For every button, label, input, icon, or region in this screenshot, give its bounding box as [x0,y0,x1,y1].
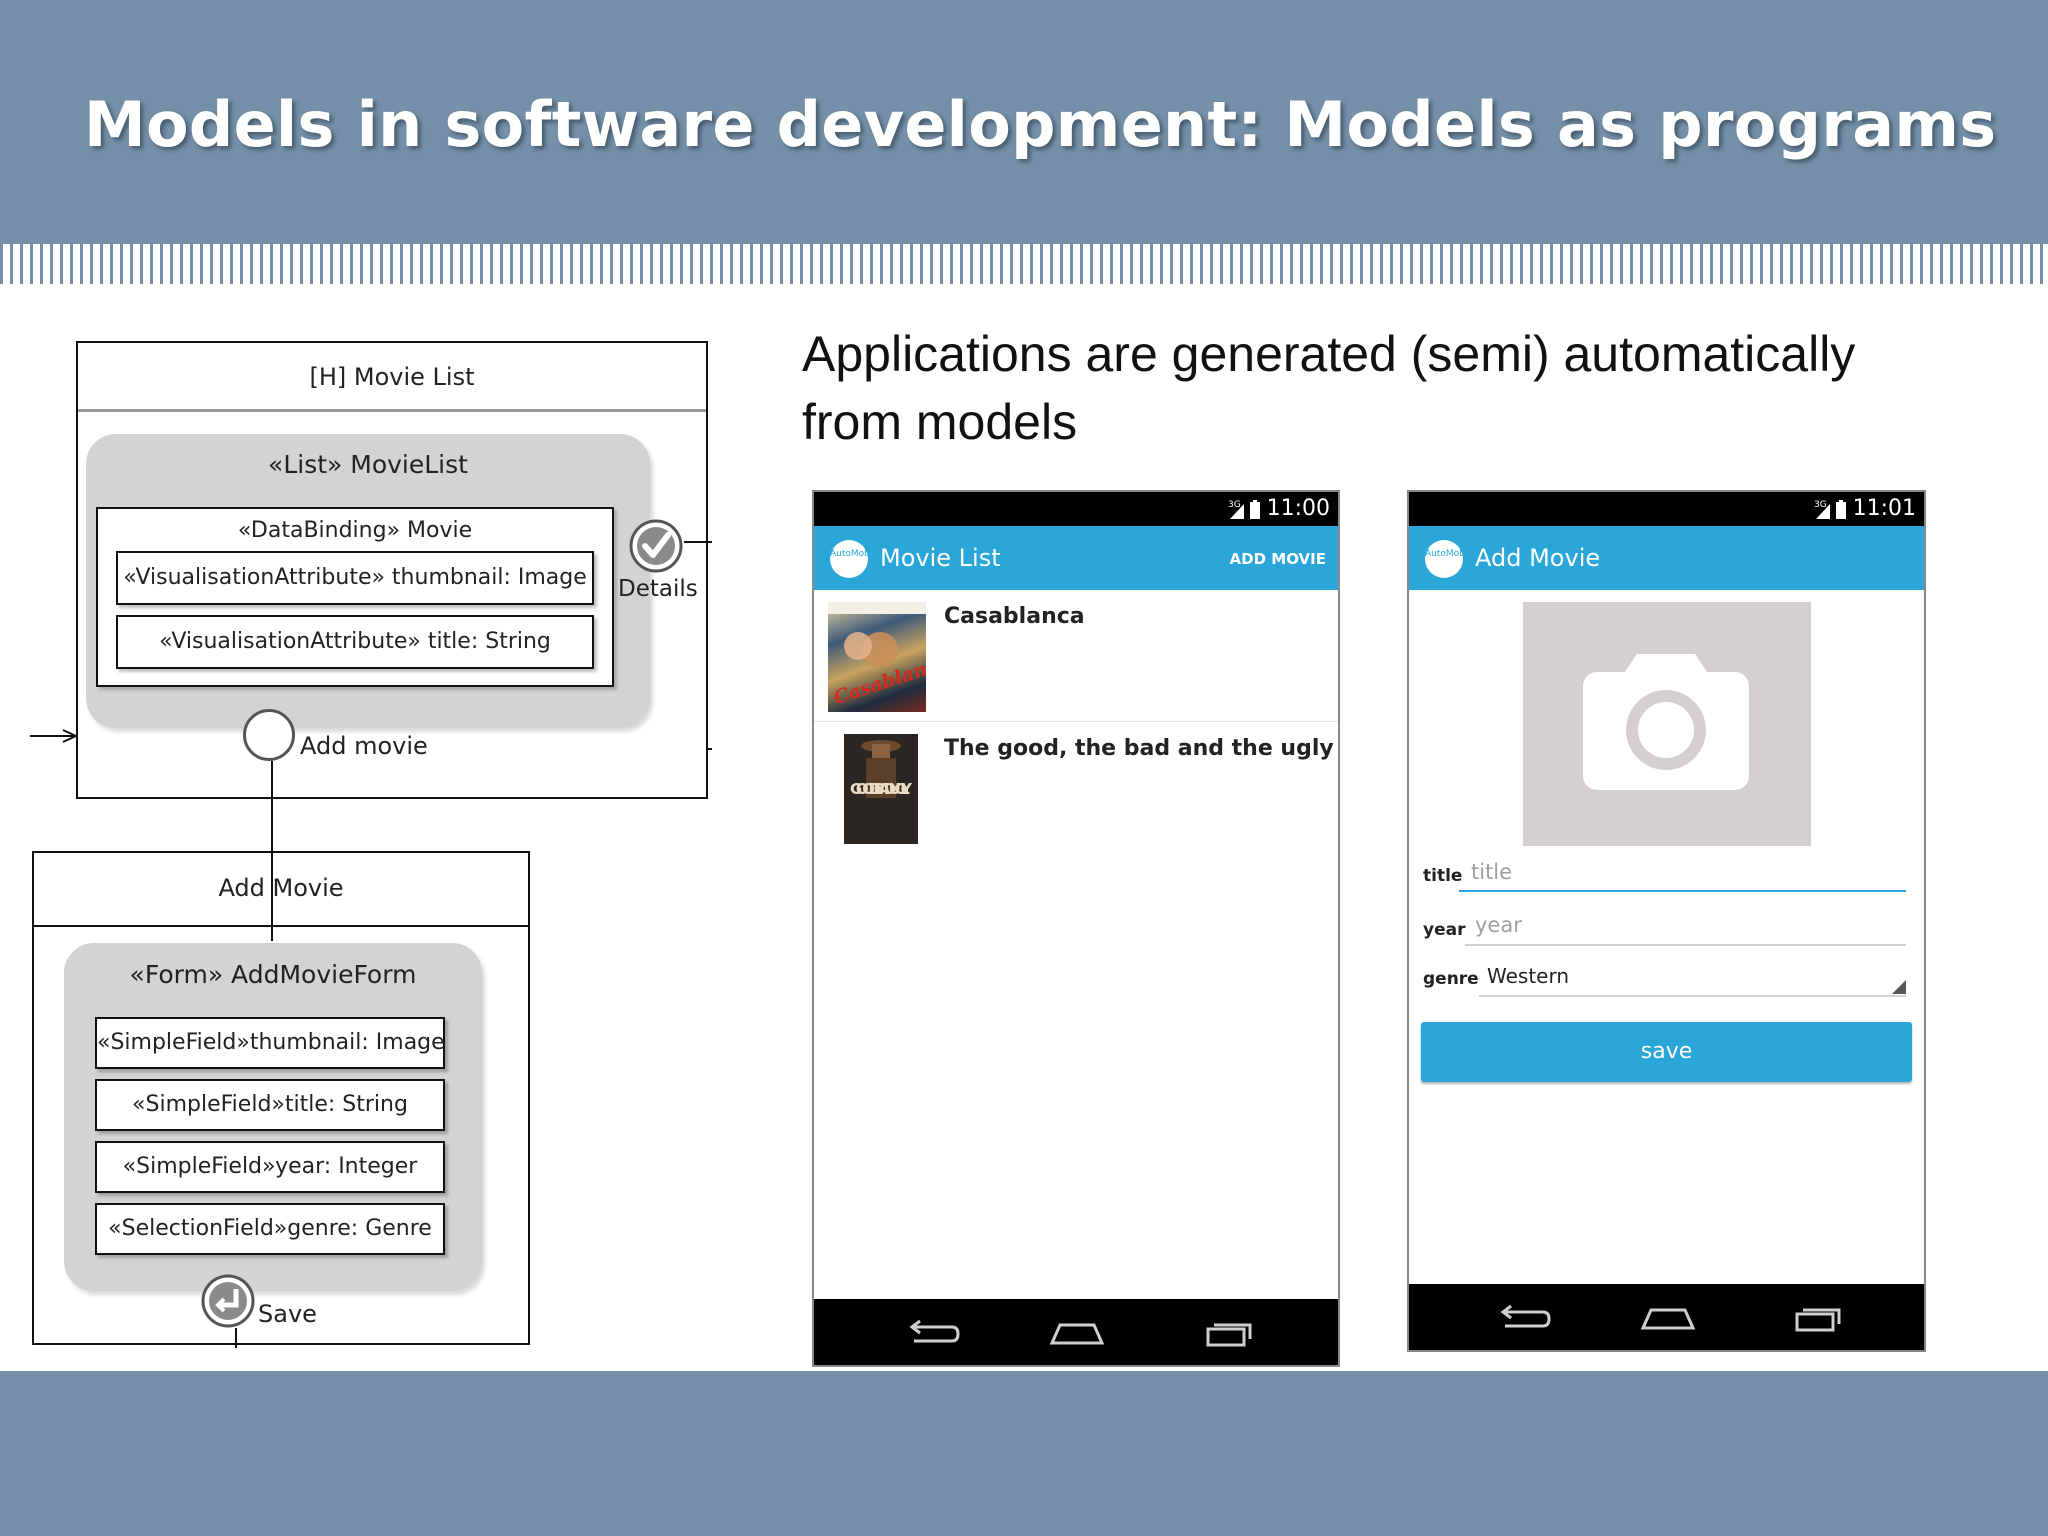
movie-list-item[interactable]: Casablanca Casablanca [814,590,1338,722]
svg-text:3G: 3G [1814,500,1827,510]
title-input[interactable]: title [1471,860,1512,884]
field-thumbnail: «SimpleField»thumbnail: Image [95,1017,445,1069]
save-button[interactable]: save [1421,1022,1912,1082]
frame-title: [H] Movie List [78,343,706,412]
title-field-label: title [1423,866,1463,886]
attr-thumbnail: «VisualisationAttribute» thumbnail: Imag… [116,551,594,605]
title-input-underline [1459,890,1906,892]
phone-movie-list: 3G 11:00 AutoMobile Movie List ADD MOVIE… [812,490,1340,1367]
app-title: Movie List [880,544,1001,572]
add-movie-label: Add movie [300,732,428,760]
recents-icon[interactable] [1194,1313,1264,1353]
genre-field-label: genre [1423,969,1479,989]
slide-heading: Applications are generated (semi) automa… [802,320,1855,456]
camera-icon [1583,654,1749,790]
transition-line-top [271,851,273,941]
databinding-label: «DataBinding» Movie [237,518,473,543]
year-input[interactable]: year [1475,913,1522,937]
app-logo: AutoMobile [1425,540,1475,578]
genre-select[interactable]: Western [1487,964,1569,988]
casablanca-poster: Casablanca [828,602,926,712]
signal-battery-icon: 3G [1814,500,1846,519]
title-band: Models in software development: Models a… [0,0,2048,244]
movie-title: The good, the bad and the ugly [944,736,1334,761]
app-title: Add Movie [1475,544,1601,572]
save-label: Save [258,1300,317,1328]
save-return-icon [201,1274,255,1328]
nav-bar [814,1299,1338,1365]
year-field-label: year [1423,920,1466,940]
attr-title: «VisualisationAttribute» title: String [116,615,594,669]
field-title: «SimpleField»title: String [95,1079,445,1131]
phone-add-movie: 3G 11:01 AutoMobile Add Movie title titl… [1407,490,1926,1352]
back-icon[interactable] [1487,1298,1557,1338]
add-movie-port [243,709,295,761]
entry-arrowhead-icon [62,729,78,743]
status-time: 11:01 [1852,496,1916,521]
svg-text:3G: 3G [1228,500,1241,510]
svg-text:GOOD BAD UGLY: GOOD BAD UGLY [850,780,913,798]
field-genre: «SelectionField»genre: Genre [95,1203,445,1255]
tick-strip [0,244,2048,284]
movie-title: Casablanca [944,604,1085,629]
home-icon[interactable] [1633,1298,1703,1338]
details-check-icon [629,519,683,573]
good-bad-ugly-poster: GOOD BAD UGLY [844,734,918,844]
year-input-underline [1465,944,1906,946]
slide-title: Models in software development: Models a… [84,88,1997,161]
app-logo: AutoMobile [830,540,880,578]
add-movie-action-button[interactable]: ADD MOVIE [1230,550,1326,568]
app-bar: AutoMobile Add Movie [1409,526,1924,590]
thumbnail-picker[interactable] [1523,602,1811,846]
genre-select-underline [1479,995,1906,997]
back-icon[interactable] [896,1313,966,1353]
app-bar: AutoMobile Movie List ADD MOVIE [814,526,1338,590]
form-label: «Form» AddMovieForm [129,960,417,989]
save-exit-line [235,1328,237,1348]
status-bar: 3G 11:01 [1409,492,1924,526]
nav-bar [1409,1284,1924,1350]
footer-band [0,1371,2048,1536]
details-label: Details [618,576,698,602]
field-year: «SimpleField»year: Integer [95,1141,445,1193]
recents-icon[interactable] [1783,1298,1853,1338]
frame-title: Add Movie [34,853,528,927]
movie-list-item[interactable]: GOOD BAD UGLY The good, the bad and the … [814,722,1338,854]
details-connector [684,541,712,543]
list-label: «List» MovieList [268,450,468,479]
signal-battery-icon: 3G [1228,500,1260,519]
dropdown-arrow-icon [1892,980,1906,994]
exit-tick [706,748,712,750]
status-time: 11:00 [1266,496,1330,521]
status-bar: 3G 11:00 [814,492,1338,526]
heading-line-2: from models [802,394,1078,450]
home-icon[interactable] [1042,1313,1112,1353]
heading-line-1: Applications are generated (semi) automa… [802,326,1856,382]
